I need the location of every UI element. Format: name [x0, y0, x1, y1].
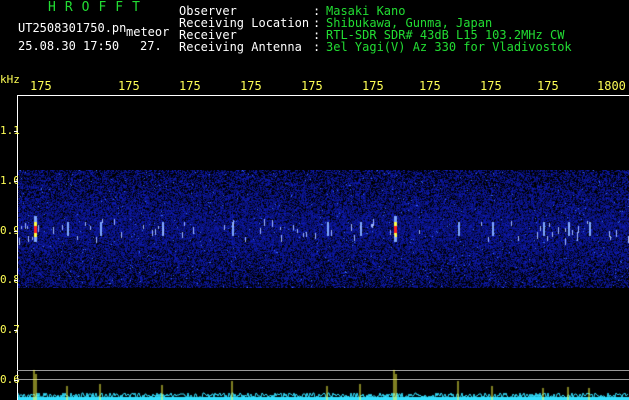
axis-unit-label: kHz	[0, 73, 20, 86]
info-value-antenna: 3el Yagi(V) Az 330 for Vladivostok	[326, 40, 572, 54]
x-tick-label: 175	[537, 79, 559, 93]
x-tick-label: 175	[179, 79, 201, 93]
info-label-antenna: Receiving Antenna	[179, 40, 302, 54]
x-tick-label: 1800	[597, 79, 626, 93]
x-tick-label: 175	[480, 79, 502, 93]
hrofft-screen: HROFFT UT2508301750.pn meteor 25.08.30 1…	[0, 0, 629, 400]
spectrogram-band	[18, 170, 629, 288]
plot-top-border	[17, 95, 629, 96]
info-separator: :	[313, 40, 321, 54]
x-tick-label: 175	[30, 79, 52, 93]
y-tick	[14, 330, 18, 331]
app-brand: HROFFT	[48, 0, 149, 15]
x-tick-label: 175	[118, 79, 140, 93]
power-trace	[18, 368, 629, 400]
x-tick-label: 175	[301, 79, 323, 93]
file-datetime: 25.08.30 17:50	[18, 39, 120, 53]
x-tick-label: 175	[362, 79, 384, 93]
x-tick-label: 175	[240, 79, 262, 93]
y-tick	[14, 131, 18, 132]
file-name: UT2508301750.pn	[18, 21, 127, 35]
x-tick-label: 175	[419, 79, 441, 93]
file-count: 27.	[140, 39, 162, 53]
file-label: meteor	[126, 25, 170, 39]
